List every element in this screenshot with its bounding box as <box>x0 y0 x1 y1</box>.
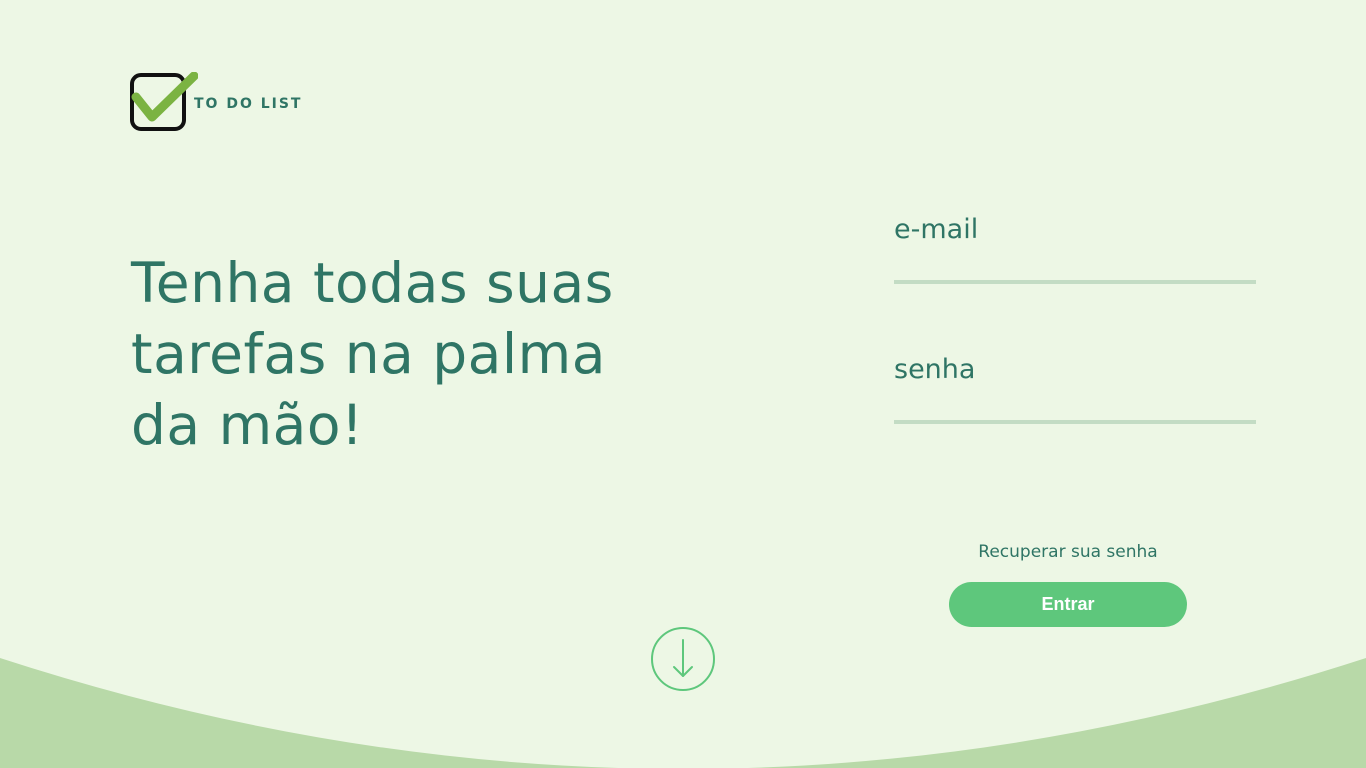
scroll-down-button[interactable] <box>650 626 716 692</box>
app-logo: TO DO LIST <box>130 72 302 132</box>
checkbox-check-icon <box>130 72 198 131</box>
password-input[interactable] <box>894 390 1256 424</box>
app-name: TO DO LIST <box>194 96 303 112</box>
email-field: e-mail <box>894 210 1256 284</box>
email-label: e-mail <box>894 214 979 245</box>
hero-title: Tenha todas suas tarefas na palma da mão… <box>131 251 614 457</box>
login-button[interactable]: Entrar <box>949 582 1187 627</box>
arrow-down-circle-icon <box>651 627 715 691</box>
recover-password-link[interactable]: Recuperar sua senha <box>949 542 1187 562</box>
email-input[interactable] <box>894 250 1256 284</box>
password-field: senha <box>894 350 1256 424</box>
password-label: senha <box>894 354 976 385</box>
